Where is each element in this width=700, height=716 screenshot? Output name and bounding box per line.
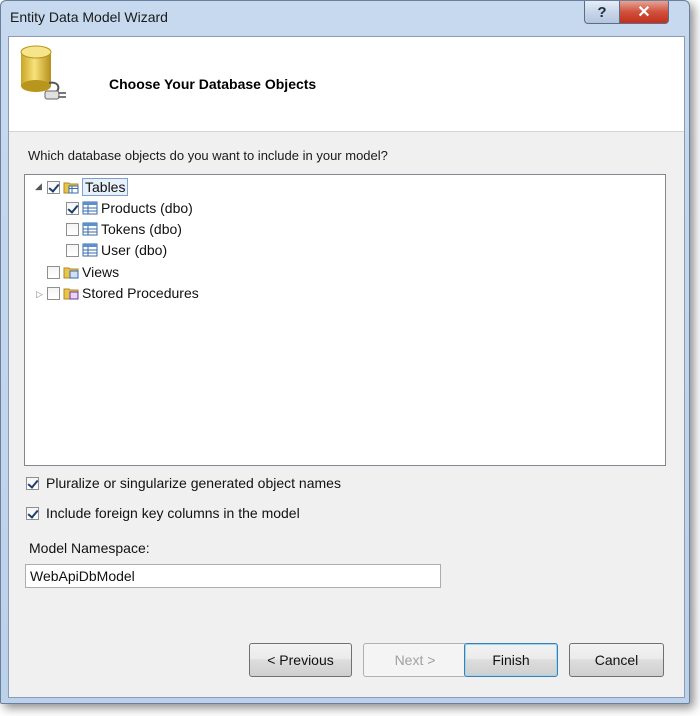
foreign-keys-checkbox[interactable]: [26, 506, 39, 520]
tree-node-products[interactable]: Products (dbo): [66, 198, 193, 218]
products-checkbox[interactable]: [66, 201, 79, 215]
stored-procedures-checkbox[interactable]: [47, 286, 60, 300]
pluralize-option[interactable]: Pluralize or singularize generated objec…: [26, 475, 341, 491]
page-title: Choose Your Database Objects: [109, 76, 317, 92]
table-icon: [82, 222, 98, 236]
table-icon: [82, 243, 98, 257]
foreign-keys-option[interactable]: Include foreign key columns in the model: [26, 505, 300, 521]
close-button[interactable]: ✕: [619, 1, 669, 24]
tables-folder-icon: [63, 182, 79, 194]
database-objects-tree[interactable]: ◢ Tables Products (dbo) Tokens (dbo) Use…: [24, 174, 666, 466]
database-connection-icon: [20, 45, 66, 100]
namespace-input[interactable]: [25, 564, 441, 588]
tree-node-views[interactable]: Views: [47, 262, 119, 282]
tables-checkbox[interactable]: [47, 180, 60, 194]
procedures-folder-icon: [63, 288, 79, 300]
tree-node-tables[interactable]: Tables: [47, 177, 129, 197]
views-checkbox[interactable]: [47, 265, 60, 279]
pluralize-label: Pluralize or singularize generated objec…: [46, 475, 341, 491]
user-label: User (dbo): [101, 242, 168, 258]
tokens-label: Tokens (dbo): [101, 221, 182, 237]
views-label: Views: [82, 264, 120, 280]
wizard-window: Entity Data Model Wizard ? ✕ Choose Your…: [0, 0, 690, 704]
foreign-keys-label: Include foreign key columns in the model: [46, 505, 300, 521]
namespace-label: Model Namespace:: [29, 540, 150, 556]
help-icon: ?: [597, 3, 607, 21]
views-folder-icon: [63, 267, 79, 279]
stored-procedures-label: Stored Procedures: [82, 285, 199, 301]
wizard-body: Choose Your Database Objects Which datab…: [8, 36, 685, 698]
pluralize-checkbox[interactable]: [26, 476, 39, 490]
tree-node-user[interactable]: User (dbo): [66, 240, 167, 260]
help-button[interactable]: ?: [584, 1, 620, 24]
window-title: Entity Data Model Wizard: [10, 9, 168, 25]
title-bar[interactable]: Entity Data Model Wizard ? ✕: [1, 1, 689, 35]
user-checkbox[interactable]: [66, 243, 79, 257]
objects-prompt: Which database objects do you want to in…: [28, 148, 388, 163]
tables-label: Tables: [82, 178, 129, 196]
products-label: Products (dbo): [101, 200, 193, 216]
tokens-checkbox[interactable]: [66, 222, 79, 236]
cancel-button[interactable]: Cancel: [569, 643, 664, 677]
table-icon: [82, 201, 98, 215]
previous-button[interactable]: < Previous: [249, 643, 352, 677]
next-button[interactable]: Next >: [363, 643, 467, 677]
finish-button[interactable]: Finish: [464, 643, 558, 677]
collapsed-arrow-icon[interactable]: ▷: [36, 289, 43, 300]
tree-node-tokens[interactable]: Tokens (dbo): [66, 219, 182, 239]
tree-node-stored-procedures[interactable]: Stored Procedures: [47, 283, 199, 303]
wizard-header: Choose Your Database Objects: [9, 37, 684, 132]
close-icon: ✕: [637, 4, 651, 21]
expanded-arrow-icon[interactable]: ◢: [35, 181, 42, 192]
